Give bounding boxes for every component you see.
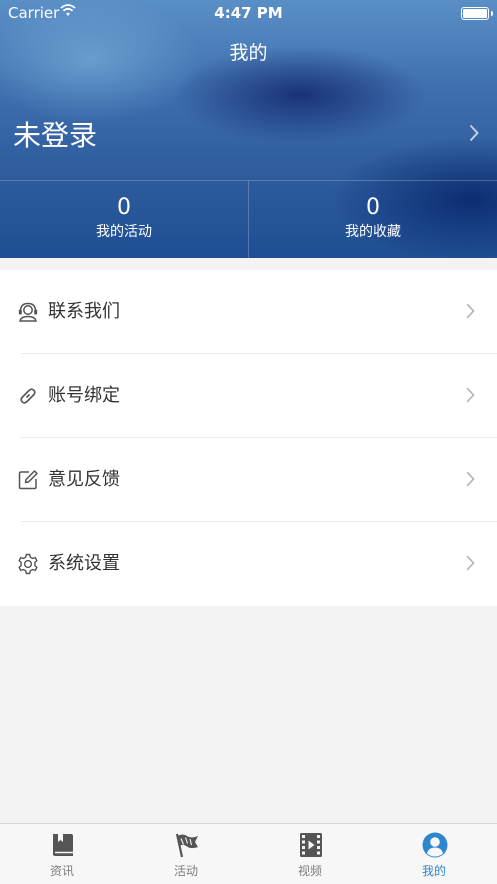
profile-header: Carrier 4:47 PM 我的 未登录 0 我的活动 0 我的收藏: [0, 0, 497, 259]
tab-mine[interactable]: 我的: [372, 824, 496, 884]
menu-item-system-settings[interactable]: 系统设置: [0, 522, 497, 606]
tab-activities[interactable]: 活动: [124, 824, 248, 884]
menu-item-label: 账号绑定: [48, 385, 120, 406]
page-title: 我的: [229, 42, 268, 64]
tab-label: 资讯: [49, 864, 74, 878]
book-icon: [50, 832, 76, 858]
menu-item-contact-us[interactable]: 联系我们: [0, 270, 497, 354]
tab-label: 活动: [173, 864, 198, 878]
user-icon: [422, 832, 448, 858]
tab-label: 视频: [297, 864, 322, 878]
status-time: 4:47 PM: [214, 4, 283, 22]
chevron-right-icon: [466, 387, 475, 407]
login-status-text: 未登录: [13, 119, 98, 152]
my-favorites-count: 0: [366, 195, 380, 220]
settings-menu: 联系我们 账号绑定 意见反馈 系统设置: [0, 270, 497, 606]
chevron-right-icon: [466, 303, 475, 323]
login-row[interactable]: 未登录: [0, 100, 497, 170]
menu-item-label: 联系我们: [48, 301, 120, 322]
tab-news[interactable]: 资讯: [0, 824, 124, 884]
my-favorites-stat[interactable]: 0 我的收藏: [249, 181, 497, 259]
chevron-right-icon: [469, 124, 479, 146]
tab-label: 我的: [421, 864, 446, 878]
edit-icon: [16, 468, 40, 492]
film-icon: [298, 832, 324, 858]
flag-icon: [174, 832, 200, 858]
chevron-right-icon: [466, 555, 475, 575]
link-icon: [16, 384, 40, 408]
menu-item-feedback[interactable]: 意见反馈: [0, 438, 497, 522]
my-activities-label: 我的活动: [96, 224, 152, 240]
my-favorites-label: 我的收藏: [345, 224, 401, 240]
my-activities-count: 0: [117, 195, 131, 220]
tab-bar: 资讯 活动 视频 我的: [0, 823, 497, 884]
battery-icon: [461, 7, 493, 20]
chevron-right-icon: [466, 471, 475, 491]
menu-item-label: 意见反馈: [48, 469, 120, 490]
menu-item-account-binding[interactable]: 账号绑定: [0, 354, 497, 438]
status-bar: Carrier 4:47 PM: [0, 0, 497, 26]
gear-icon: [16, 552, 40, 576]
headset-icon: [16, 300, 40, 324]
stats-bar: 0 我的活动 0 我的收藏: [0, 180, 497, 259]
my-activities-stat[interactable]: 0 我的活动: [0, 181, 248, 259]
tab-videos[interactable]: 视频: [248, 824, 372, 884]
menu-item-label: 系统设置: [48, 553, 120, 574]
